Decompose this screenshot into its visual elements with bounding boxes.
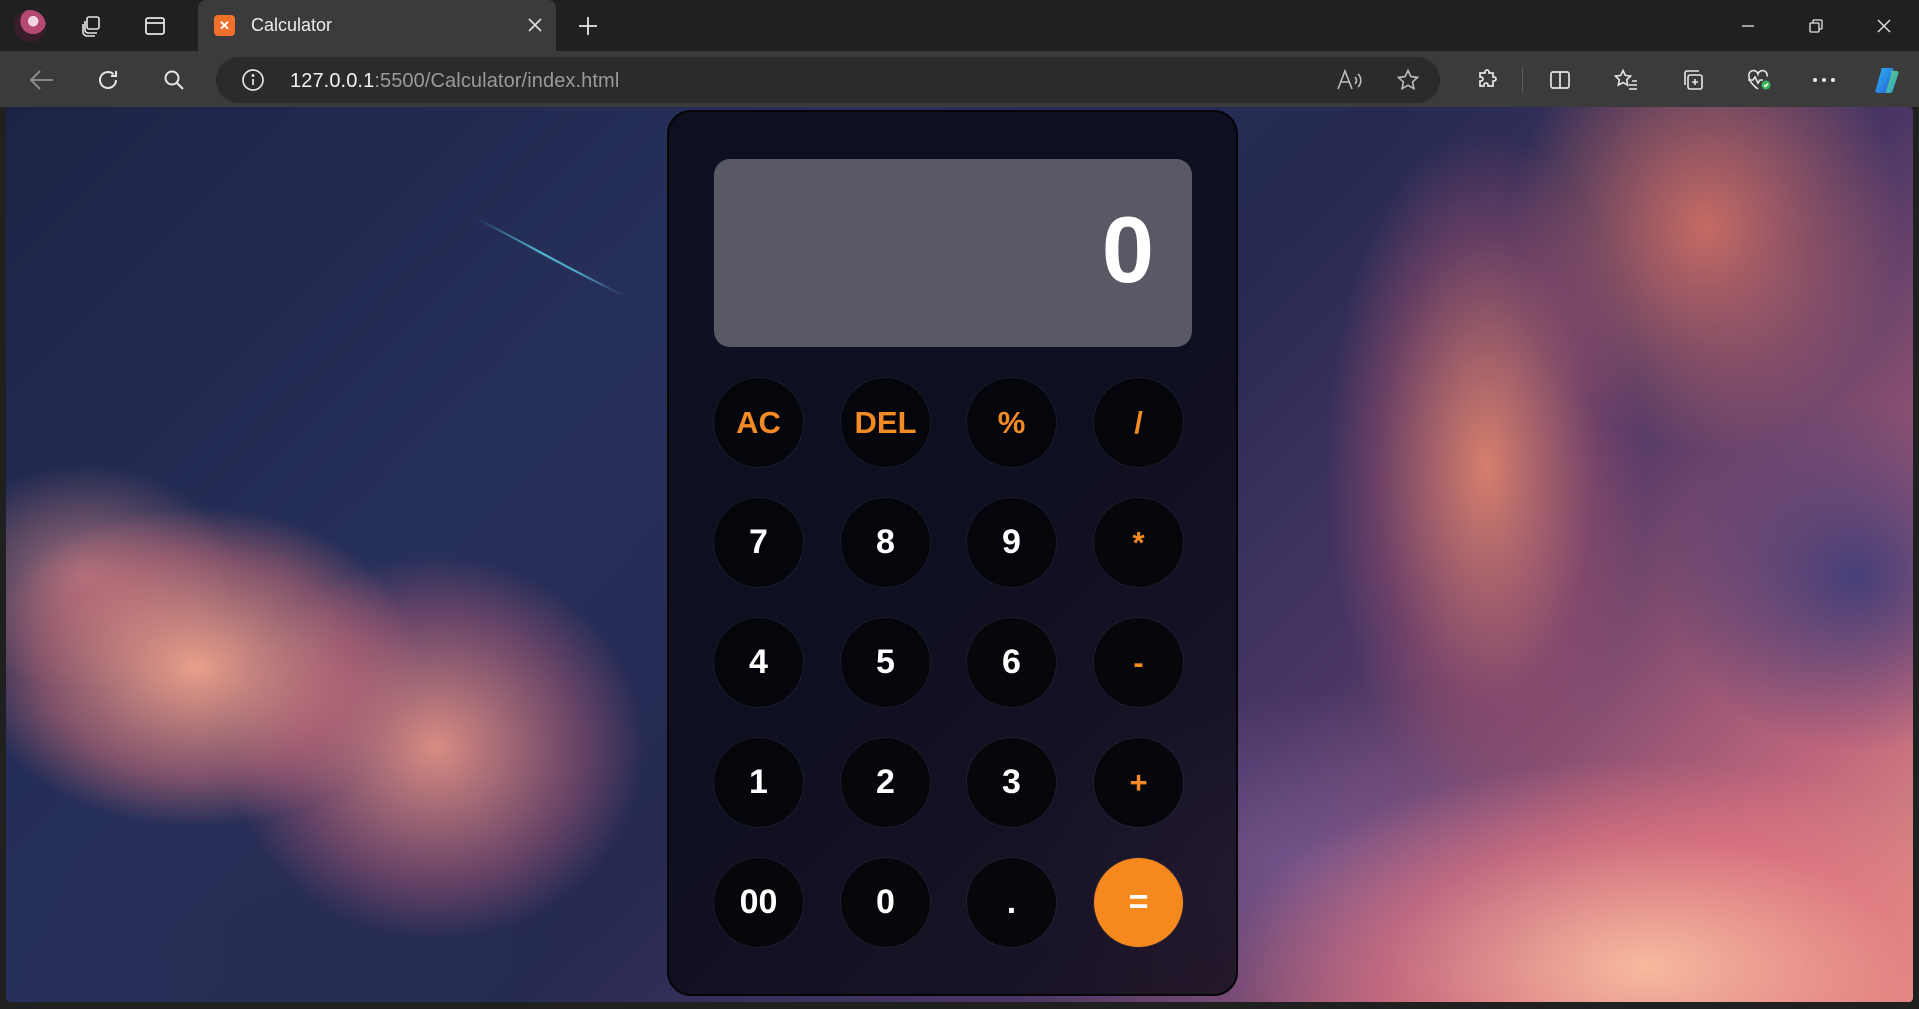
copilot-icon[interactable] bbox=[1870, 63, 1904, 97]
clear-button[interactable]: AC bbox=[714, 378, 803, 467]
digit-3-button[interactable]: 3 bbox=[967, 738, 1056, 827]
star-icon[interactable] bbox=[1391, 63, 1425, 97]
multiply-button[interactable]: * bbox=[1094, 498, 1183, 587]
refresh-icon[interactable] bbox=[91, 63, 125, 97]
url-text[interactable]: 127.0.0.1:5500/Calculator/index.html bbox=[290, 70, 619, 93]
display-value: 0 bbox=[1101, 197, 1154, 302]
url-host: 127.0.0.1 bbox=[290, 70, 375, 92]
heart-pulse-icon[interactable] bbox=[1742, 63, 1776, 97]
workspaces-icon[interactable] bbox=[76, 10, 108, 42]
equals-button[interactable]: = bbox=[1094, 858, 1183, 947]
puzzle-icon[interactable] bbox=[1471, 63, 1505, 97]
tab-calculator[interactable]: ✕ Calculator bbox=[198, 0, 556, 51]
digit-8-button[interactable]: 8 bbox=[841, 498, 930, 587]
tab-actions-icon[interactable] bbox=[139, 10, 171, 42]
digit-2-button[interactable]: 2 bbox=[841, 738, 930, 827]
close-window-icon[interactable] bbox=[1850, 0, 1918, 51]
percent-button[interactable]: % bbox=[967, 378, 1056, 467]
plus-icon[interactable] bbox=[572, 10, 604, 42]
light-streak bbox=[525, 245, 625, 297]
decimal-button[interactable]: . bbox=[967, 858, 1056, 947]
delete-button[interactable]: DEL bbox=[841, 378, 930, 467]
back-arrow-icon[interactable] bbox=[25, 63, 59, 97]
digit-4-button[interactable]: 4 bbox=[714, 618, 803, 707]
double-zero-button[interactable]: 00 bbox=[714, 858, 803, 947]
minimize-icon[interactable] bbox=[1714, 0, 1782, 51]
tab-strip: ✕ Calculator bbox=[0, 0, 1919, 51]
address-bar[interactable]: 127.0.0.1:5500/Calculator/index.html bbox=[216, 57, 1440, 103]
add-button[interactable]: + bbox=[1094, 738, 1183, 827]
info-icon[interactable] bbox=[236, 63, 270, 97]
digit-1-button[interactable]: 1 bbox=[714, 738, 803, 827]
digit-5-button[interactable]: 5 bbox=[841, 618, 930, 707]
calculator-display: 0 bbox=[714, 159, 1192, 347]
url-path: :5500/Calculator/index.html bbox=[374, 70, 620, 92]
read-aloud-icon[interactable] bbox=[1332, 63, 1366, 97]
search-icon[interactable] bbox=[157, 63, 191, 97]
divide-button[interactable]: / bbox=[1094, 378, 1183, 467]
toolbar-separator bbox=[1522, 67, 1523, 93]
favorites-icon[interactable] bbox=[1609, 63, 1643, 97]
profile-avatar[interactable] bbox=[14, 10, 46, 42]
split-screen-icon[interactable] bbox=[1543, 63, 1577, 97]
more-icon[interactable] bbox=[1807, 63, 1841, 97]
browser-toolbar: 127.0.0.1:5500/Calculator/index.html bbox=[0, 51, 1919, 107]
calculator: 0 AC DEL%/7 8 9 * 4 5 6-1 2 3 +00 0. = bbox=[667, 110, 1238, 996]
close-tab-icon[interactable] bbox=[522, 12, 548, 38]
digit-6-button[interactable]: 6 bbox=[967, 618, 1056, 707]
collections-icon[interactable] bbox=[1676, 63, 1710, 97]
digit-7-button[interactable]: 7 bbox=[714, 498, 803, 587]
subtract-button[interactable]: - bbox=[1094, 618, 1183, 707]
xampp-icon: ✕ bbox=[214, 15, 235, 36]
digit-9-button[interactable]: 9 bbox=[967, 498, 1056, 587]
tab-title: Calculator bbox=[251, 15, 333, 35]
digit-0-button[interactable]: 0 bbox=[841, 858, 930, 947]
restore-icon[interactable] bbox=[1782, 0, 1850, 51]
